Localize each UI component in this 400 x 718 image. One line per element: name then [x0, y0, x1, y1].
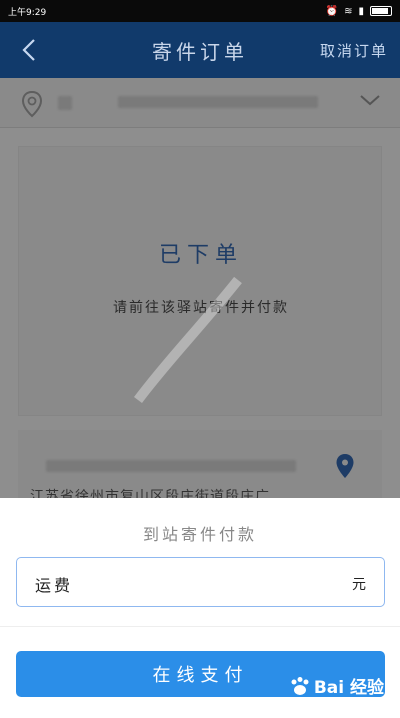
alarm-icon: ⏰ [325, 5, 339, 17]
location-pin-icon [21, 90, 43, 118]
chevron-down-icon [360, 95, 380, 106]
station-selector[interactable] [0, 78, 400, 128]
watermark-url: jingyan.baidu.com [298, 698, 382, 708]
status-time: 上午9:29 [8, 7, 47, 18]
status-icons: ⏰ ≋ ▮ [326, 6, 392, 17]
wifi-icon: ≋ [344, 5, 353, 17]
app-bar: 寄件订单 取消订单 [0, 22, 400, 78]
fee-unit: 元 [352, 577, 366, 593]
cancel-order-button[interactable]: 取消订单 [320, 40, 388, 61]
shipping-fee-field[interactable]: 运费 元 [16, 557, 385, 607]
map-pin-icon [336, 454, 354, 478]
status-bar: 上午9:29 ⏰ ≋ ▮ [0, 0, 400, 22]
baidu-jingyan-logo: Bai 经验 [289, 673, 384, 698]
fee-label: 运费 [35, 576, 74, 595]
sheet-title: 到站寄件付款 [142, 525, 257, 544]
paw-icon [291, 676, 309, 695]
signal-icon: ▮ [358, 5, 364, 17]
blurred-station-name [58, 96, 72, 110]
battery-icon [370, 6, 392, 16]
watermark-brand: Bai 经验 [313, 678, 384, 698]
blurred-sender-name [46, 460, 296, 472]
ribbon-watermark [134, 276, 242, 404]
blurred-station-address [118, 96, 318, 108]
divider [0, 626, 400, 627]
